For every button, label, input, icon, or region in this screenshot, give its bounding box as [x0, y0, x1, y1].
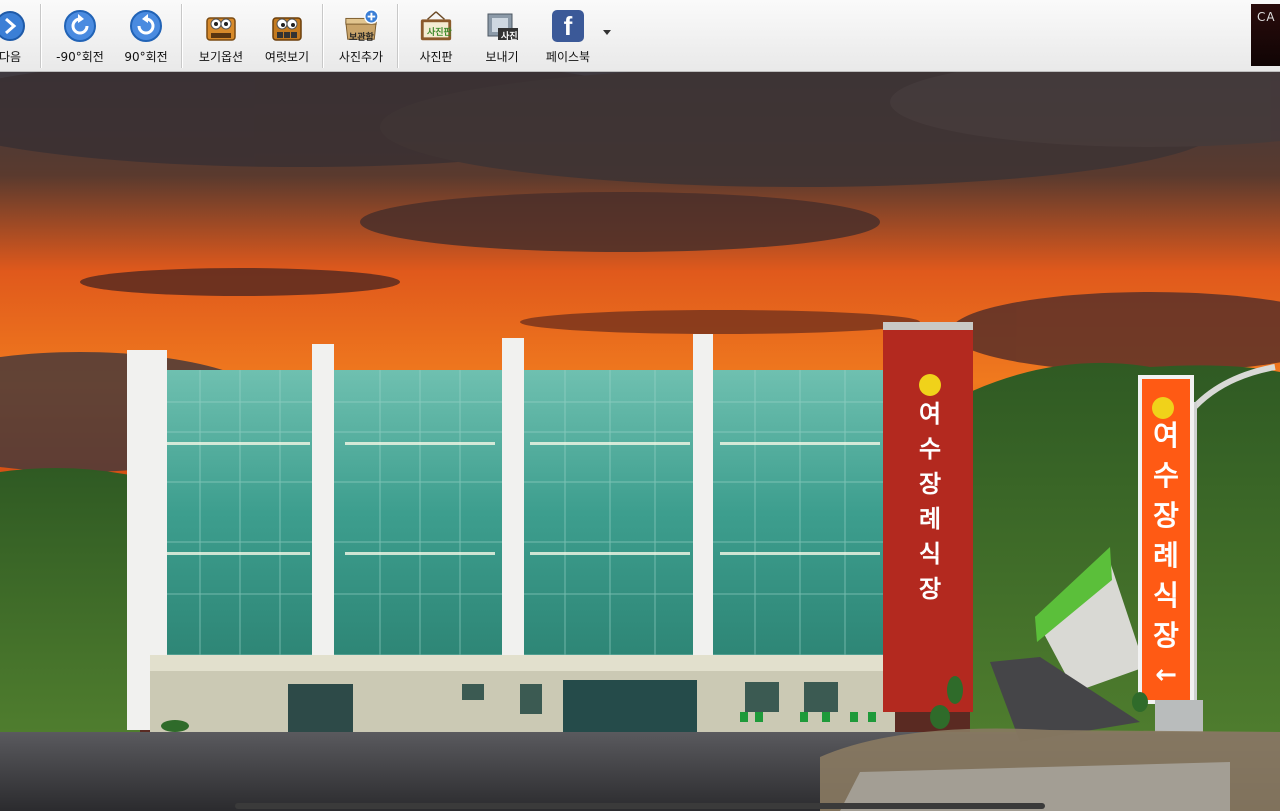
more-dropdown-icon[interactable]: [603, 30, 611, 35]
add-photo-button[interactable]: 보관함 사진추가: [330, 0, 392, 72]
multi-view-icon: [269, 8, 305, 44]
send-icon-text: 사진: [501, 32, 518, 42]
pole-sign-char: 수: [1153, 459, 1179, 492]
next-arrow-icon: [0, 8, 28, 44]
pole-sign-char: 장: [1153, 619, 1179, 652]
multi-view-label: 여럿보기: [264, 50, 310, 64]
building-sign-char: 례: [918, 505, 942, 533]
view-options-label: 보기옵션: [198, 50, 244, 64]
photo-image: [0, 72, 1280, 811]
toolbar-separator: [322, 4, 324, 68]
pole-sign-text: 여 수 장 례 식 장 ←: [1146, 422, 1186, 692]
photo-board-icon: 사진판: [418, 8, 454, 44]
add-photo-label: 사진추가: [338, 50, 384, 64]
multi-view-button[interactable]: 여럿보기: [256, 0, 318, 72]
corner-logo: CA: [1251, 4, 1280, 66]
pole-sign-char: 식: [1153, 579, 1179, 612]
pole-sign-char: 여: [1153, 419, 1179, 452]
add-photo-icon: 보관함: [343, 8, 379, 44]
building-sign-char: 장: [918, 575, 942, 603]
photo-board-label: 사진판: [419, 50, 453, 64]
rotate-right-icon: [128, 8, 164, 44]
building-sign-text: 여 수 장 례 식 장: [913, 402, 947, 612]
building-sign-char: 여: [918, 400, 942, 428]
facebook-icon: f: [550, 8, 586, 44]
horizontal-scrollbar[interactable]: [235, 803, 1045, 809]
toolbar-separator: [397, 4, 399, 68]
send-button[interactable]: 사진 보내기: [471, 0, 533, 72]
photo-viewer[interactable]: 여 수 장 례 식 장 여 수 장 례 식 장 ←: [0, 72, 1280, 811]
photo-board-icon-text: 사진판: [427, 28, 452, 38]
rotate-left-label: -90°회전: [56, 50, 104, 64]
pole-sign-char: 장: [1153, 499, 1179, 532]
send-icon: 사진: [484, 8, 520, 44]
next-label: 다음: [0, 50, 22, 64]
view-options-button[interactable]: 보기옵션: [190, 0, 252, 72]
send-label: 보내기: [485, 50, 519, 64]
rotate-right-button[interactable]: 90°회전: [116, 0, 176, 72]
building-sign-char: 식: [918, 540, 942, 568]
facebook-button[interactable]: f 페이스북: [537, 0, 599, 72]
pole-arrow-icon: ←: [1155, 660, 1177, 690]
facebook-glyph: f: [552, 10, 584, 42]
toolbar-separator: [40, 4, 42, 68]
photo-board-button[interactable]: 사진판 사진판: [405, 0, 467, 72]
patio-chairs: [740, 712, 876, 722]
add-photo-badge: 보관함: [349, 33, 374, 43]
building-sign-char: 수: [918, 435, 942, 463]
toolbar-separator: [181, 4, 183, 68]
toolbar: 다음 -90°회전 90°회전 보기옵션 여럿보기 보관함 사진추가 사진판 사…: [0, 0, 1280, 72]
left-hill: [0, 468, 140, 732]
pole-sign-char: 례: [1153, 539, 1179, 572]
rotate-right-label: 90°회전: [124, 50, 168, 64]
facebook-label: 페이스북: [545, 50, 591, 64]
view-options-icon: [203, 8, 239, 44]
building-sign-char: 장: [918, 470, 942, 498]
next-button[interactable]: 다음: [0, 0, 32, 72]
corner-logo-text: CA: [1257, 10, 1276, 24]
rotate-left-icon: [62, 8, 98, 44]
rotate-left-button[interactable]: -90°회전: [50, 0, 110, 72]
building: [127, 322, 973, 734]
